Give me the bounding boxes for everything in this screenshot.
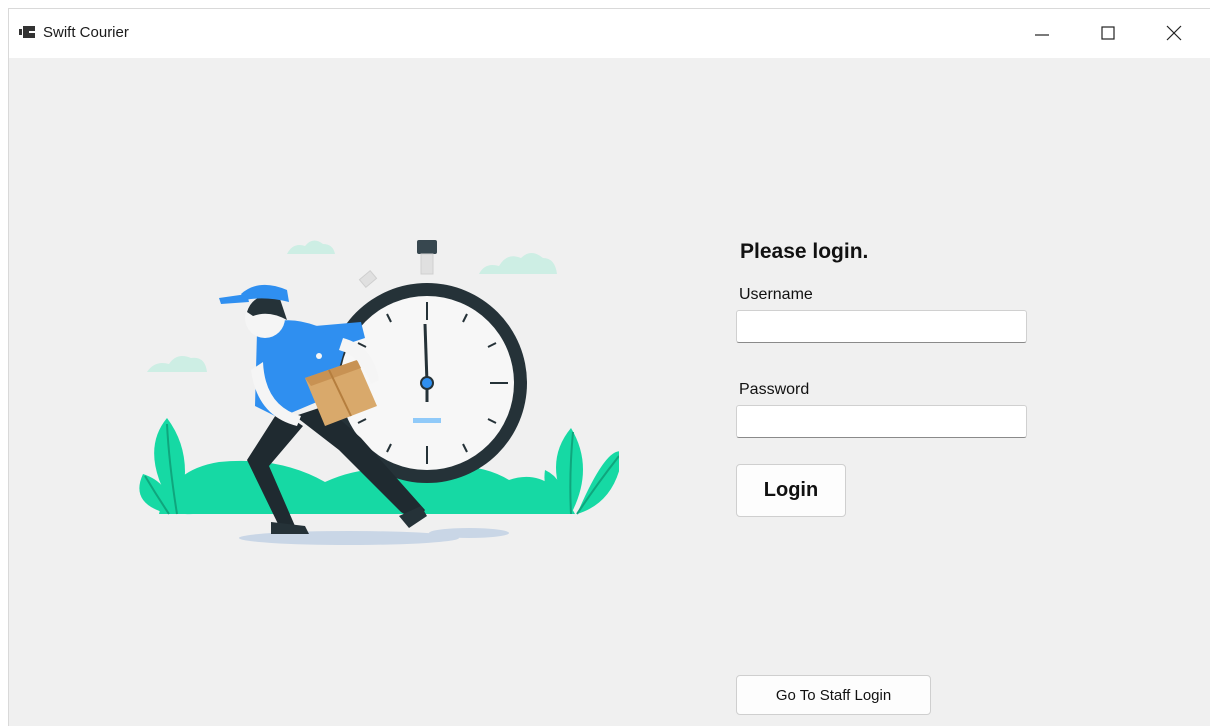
login-heading: Please login. [740, 240, 869, 263]
app-icon [19, 26, 35, 38]
window-title: Swift Courier [43, 24, 129, 41]
login-button[interactable]: Login [736, 464, 846, 517]
close-icon [1166, 25, 1182, 41]
password-input[interactable] [736, 405, 1027, 438]
close-button[interactable] [1141, 9, 1207, 57]
minimize-button[interactable] [1009, 9, 1075, 57]
password-label: Password [739, 381, 810, 398]
username-label: Username [739, 286, 813, 303]
staff-login-button[interactable]: Go To Staff Login [736, 675, 931, 715]
maximize-button[interactable] [1075, 9, 1141, 57]
app-window: Swift Courier Please login. Username Pas… [8, 8, 1210, 726]
minimize-icon [1035, 34, 1049, 36]
content-area: Please login. Username Password Login Go… [9, 58, 1210, 726]
username-input[interactable] [736, 310, 1027, 343]
title-bar[interactable]: Swift Courier [9, 9, 1210, 58]
maximize-icon [1101, 26, 1115, 40]
courier-illustration [139, 240, 619, 545]
